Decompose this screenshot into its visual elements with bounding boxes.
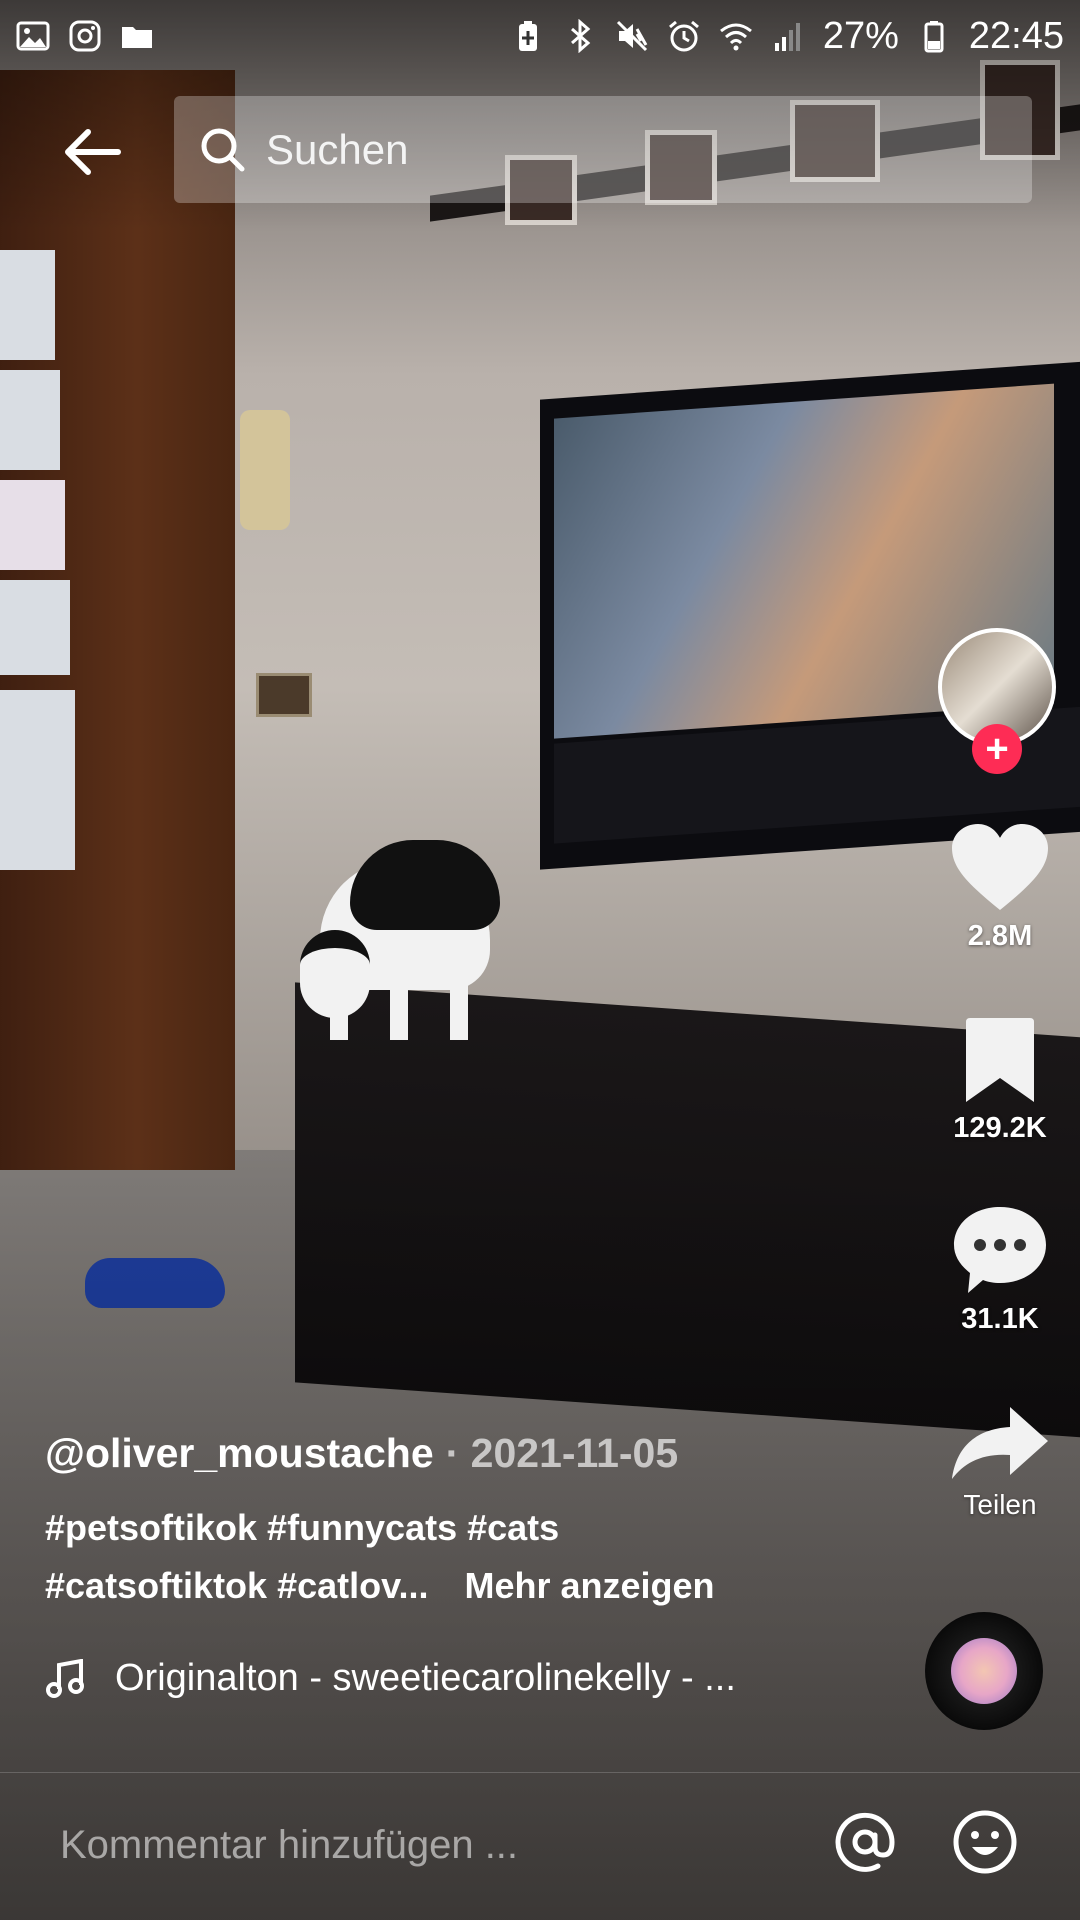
gallery-icon	[16, 21, 50, 51]
mute-icon	[616, 20, 648, 52]
battery-saver-icon	[518, 21, 537, 51]
alarm-icon	[668, 20, 699, 52]
instagram-icon	[69, 20, 101, 52]
battery-icon	[924, 21, 944, 53]
favorite-count: 129.2K	[953, 1112, 1047, 1144]
heart-icon	[952, 824, 1048, 910]
tiktok-video-screen: 27% 22:45 Suchen + 2.8M 129.2K 31.1K Tei…	[0, 0, 1080, 1920]
folder-icon	[122, 27, 152, 48]
clock: 22:45	[968, 14, 1064, 57]
music-title: Originalton - sweetiecarolinekelly - ...	[115, 1657, 736, 1699]
comment-count: 31.1K	[961, 1303, 1039, 1335]
show-more-button[interactable]: Mehr anzeigen	[464, 1565, 714, 1606]
search-input[interactable]: Suchen	[174, 96, 1032, 203]
music-note-icon	[46, 1658, 84, 1698]
share-label: Teilen	[963, 1489, 1037, 1520]
plus-icon: +	[985, 727, 1009, 771]
search-placeholder: Suchen	[266, 125, 409, 173]
search-icon	[201, 128, 245, 171]
like-button[interactable]: 2.8M	[940, 822, 1060, 953]
arrow-left-icon	[65, 129, 121, 175]
music-disc-button[interactable]	[925, 1612, 1043, 1730]
video-caption: @oliver_moustache · 2021-11-05 #petsofti…	[45, 1430, 895, 1700]
emoji-icon[interactable]	[952, 1809, 1018, 1875]
wifi-icon	[719, 23, 752, 51]
share-button[interactable]: Teilen	[940, 1405, 1060, 1521]
comment-icon	[954, 1207, 1046, 1293]
follow-button[interactable]: +	[972, 724, 1022, 774]
post-date: · 2021-11-05	[445, 1430, 679, 1476]
description-line-2[interactable]: #catsoftiktok #catlov...	[45, 1565, 428, 1606]
favorite-button[interactable]: 129.2K	[940, 1018, 1060, 1145]
video-description: #petsoftikok #funnycats #cats #catsoftik…	[45, 1499, 895, 1615]
comment-button[interactable]: 31.1K	[940, 1205, 1060, 1336]
author-username[interactable]: @oliver_moustache	[45, 1430, 434, 1477]
share-arrow-icon	[952, 1407, 1048, 1479]
like-count: 2.8M	[967, 920, 1033, 952]
back-button[interactable]	[50, 110, 134, 194]
comment-input[interactable]: Kommentar hinzufügen ...	[60, 1823, 518, 1868]
signal-icon	[774, 23, 800, 51]
description-line-1[interactable]: #petsoftikok #funnycats #cats	[45, 1499, 895, 1557]
bluetooth-icon	[570, 19, 591, 53]
status-bar: 27% 22:45	[0, 0, 1080, 72]
music-info[interactable]: Originalton - sweetiecarolinekelly - ...	[45, 1657, 895, 1700]
bookmark-icon	[966, 1018, 1034, 1102]
mention-icon[interactable]	[832, 1809, 898, 1875]
comment-bar: Kommentar hinzufügen ...	[0, 1772, 1080, 1920]
music-cover-avatar	[951, 1638, 1017, 1704]
battery-percent: 27%	[822, 14, 899, 57]
